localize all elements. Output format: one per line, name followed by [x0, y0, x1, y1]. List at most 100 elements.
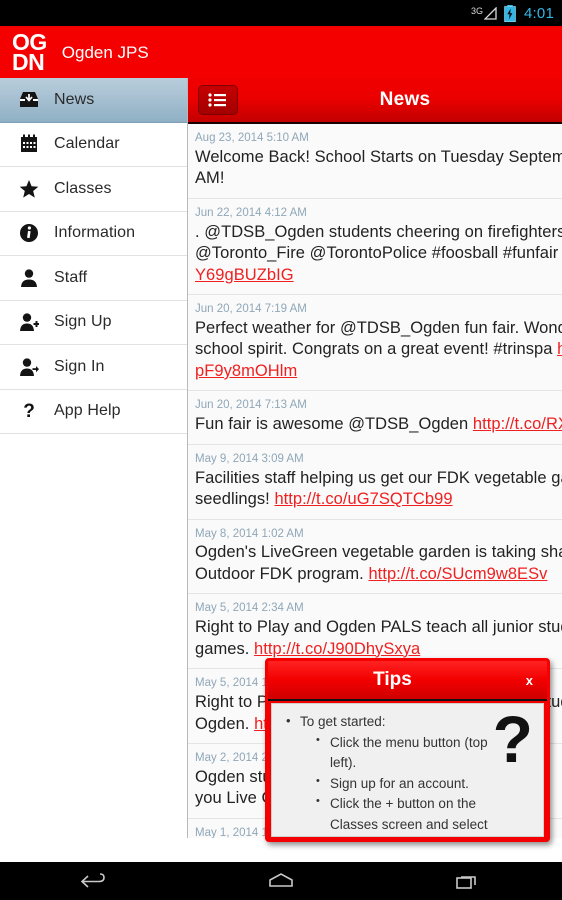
news-item-date: Aug 23, 2014 5:10 AM	[195, 132, 309, 144]
status-bar-clock: 4:01	[524, 4, 554, 22]
news-text-run: Welcome Back! School Starts on Tuesday S…	[195, 147, 562, 166]
news-link[interactable]: http://t.co/J90DhySxya	[254, 640, 420, 658]
sidebar-item-label: Sign Up	[54, 313, 112, 331]
tips-sub-bullet: Click the menu button (top left).	[316, 732, 516, 774]
logo-line-2: DN	[12, 49, 45, 75]
menu-button[interactable]	[198, 85, 238, 115]
tips-sub-list: Click the menu button (top left). Sign up…	[300, 732, 543, 836]
sidebar-item-app-help[interactable]: ? App Help	[0, 389, 187, 434]
app-brand-bar: OG DN Ogden JPS	[0, 26, 562, 78]
sidebar-item-label: News	[54, 90, 95, 108]
tips-bullet: To get started: Click the menu button (to…	[286, 711, 543, 836]
news-text-run: Ogden's LiveGreen vegetable garden is ta…	[195, 543, 562, 562]
content-header: News	[188, 78, 562, 124]
navigation-sidebar: News Calendar Classes Information Staff Sign …	[0, 78, 188, 838]
person-icon	[16, 268, 42, 288]
news-item-text: Fun fair is awesome @TDSB_Ogden http://t…	[195, 414, 562, 435]
news-item-date: Jun 20, 2014 7:13 AM	[195, 399, 307, 412]
news-item[interactable]: May 8, 2014 1:02 AM Ogden's LiveGreen veg…	[188, 519, 562, 595]
sidebar-item-label: Sign In	[54, 357, 105, 375]
android-status-bar: 3G 4:01	[0, 0, 562, 26]
sidebar-item-sign-in[interactable]: Sign In	[0, 345, 187, 390]
sidebar-item-label: Information	[54, 224, 136, 242]
news-link[interactable]: Y69gBUZbIG	[195, 266, 294, 284]
info-circle-icon	[16, 223, 42, 243]
news-item-date: Jun 22, 2014 4:12 AM	[195, 206, 307, 219]
news-link[interactable]: http://t.co/uG7SQTCb99	[274, 490, 452, 508]
sidebar-item-label: Staff	[54, 268, 88, 286]
network-type-label: 3G	[470, 5, 483, 16]
tips-sub-bullet: Click the + button on the Classes screen…	[316, 793, 516, 836]
tips-dialog-title: Tips	[373, 669, 412, 690]
android-navigation-bar	[0, 862, 562, 900]
news-item[interactable]: Aug 23, 2014 5:10 AM Welcome Back! School…	[188, 124, 562, 199]
news-text-run: @Toronto_Fire @TorontoPolice #foosball #…	[195, 244, 562, 263]
news-link[interactable]: http://t.co/RXI	[473, 415, 562, 433]
news-text-run: Perfect weather for @TDSB_Ogden fun fair…	[195, 319, 562, 337]
tips-bullet-list: To get started: Click the menu button (to…	[272, 704, 543, 836]
news-text-run: Ogden.	[195, 714, 255, 733]
news-item[interactable]: Jun 22, 2014 4:12 AM . @TDSB_Ogden studen…	[188, 198, 562, 296]
sidebar-item-information[interactable]: Information	[0, 211, 187, 256]
news-text-run: AM!	[195, 169, 225, 188]
news-text-run: games.	[195, 639, 255, 658]
home-button[interactable]	[251, 871, 311, 891]
close-icon[interactable]: x	[526, 673, 533, 688]
news-link[interactable]: ht	[557, 340, 562, 358]
news-item-date: May 9, 2014 3:09 AM	[195, 452, 304, 465]
sidebar-item-label: Calendar	[54, 135, 120, 153]
tips-sub-bullet-text: Sign up for an account.	[330, 775, 469, 791]
signal-indicator: 3G	[470, 5, 497, 20]
back-button[interactable]	[64, 871, 124, 891]
news-item-text: . @TDSB_Ogden students cheering on firef…	[195, 222, 562, 286]
news-text-run: school spirit. Congrats on a great event…	[195, 340, 558, 359]
signal-triangle-icon	[484, 6, 497, 20]
calendar-icon	[16, 134, 42, 154]
news-item-date: May 8, 2014 1:02 AM	[195, 527, 304, 540]
sidebar-item-staff[interactable]: Staff	[0, 256, 187, 301]
news-text-run: Facilities staff helping us get our FDK …	[195, 468, 562, 487]
news-link[interactable]: pF9y8mOHlm	[195, 362, 297, 380]
news-item[interactable]: Jun 20, 2014 7:13 AM Fun fair is awesome …	[188, 391, 562, 445]
news-item-date: Jun 20, 2014 7:19 AM	[195, 303, 307, 316]
sidebar-item-sign-up[interactable]: Sign Up	[0, 300, 187, 345]
news-text-run: Fun fair is awesome @TDSB_Ogden	[195, 415, 473, 434]
page-title: News	[379, 89, 431, 110]
inbox-download-icon	[16, 90, 42, 110]
recents-icon	[454, 871, 482, 891]
sidebar-item-label: Classes	[54, 179, 112, 197]
app-logo: OG DN	[12, 30, 47, 75]
news-link[interactable]: http://t.co/SUcm9w8ESv	[368, 565, 547, 583]
tips-bullet-text: To get started:	[300, 714, 386, 729]
tips-dialog-titlebar: Tips x	[268, 661, 547, 701]
back-arrow-icon	[79, 871, 109, 891]
tips-sub-bullet-text: Click the menu button (top left).	[330, 734, 488, 771]
person-arrow-icon	[16, 357, 42, 377]
news-item-date: May 5, 2014 2:34 AM	[195, 602, 304, 615]
news-item-text: Welcome Back! School Starts on Tuesday S…	[195, 147, 562, 190]
battery-charging-icon	[504, 4, 516, 22]
person-add-icon	[16, 312, 42, 332]
app-title: Ogden JPS	[61, 43, 149, 62]
news-item-text: Perfect weather for @TDSB_Ogden fun fair…	[195, 318, 562, 382]
news-text-run: Right to Play and Ogden PALS teach all j…	[195, 618, 562, 637]
sidebar-item-calendar[interactable]: Calendar	[0, 122, 187, 167]
star-icon	[16, 179, 42, 199]
sidebar-item-news[interactable]: News	[0, 78, 187, 123]
news-item[interactable]: Jun 20, 2014 7:19 AM Perfect weather for …	[188, 295, 562, 392]
tips-dialog: Tips x ? To get started:Click the menu b…	[265, 658, 550, 842]
hamburger-list-icon	[208, 93, 228, 107]
question-mark-icon: ?	[23, 400, 35, 422]
tips-sub-bullet: Sign up for an account.	[316, 773, 516, 795]
tips-dialog-body: ? To get started:Click the menu button (…	[271, 703, 544, 837]
recents-button[interactable]	[438, 871, 498, 891]
news-text-run: seedlings!	[195, 490, 275, 509]
sidebar-item-classes[interactable]: Classes	[0, 167, 187, 212]
news-item-text: Right to Play and Ogden PALS teach all j…	[195, 617, 562, 660]
news-item-text: Facilities staff helping us get our FDK …	[195, 468, 562, 511]
news-item[interactable]: May 9, 2014 3:09 AM Facilities staff help…	[188, 444, 562, 520]
home-icon	[267, 871, 295, 891]
news-item-text: Ogden's LiveGreen vegetable garden is ta…	[195, 542, 562, 585]
news-text-run: . @TDSB_Ogden students cheering on firef…	[195, 222, 562, 241]
sidebar-item-label: App Help	[54, 402, 121, 420]
